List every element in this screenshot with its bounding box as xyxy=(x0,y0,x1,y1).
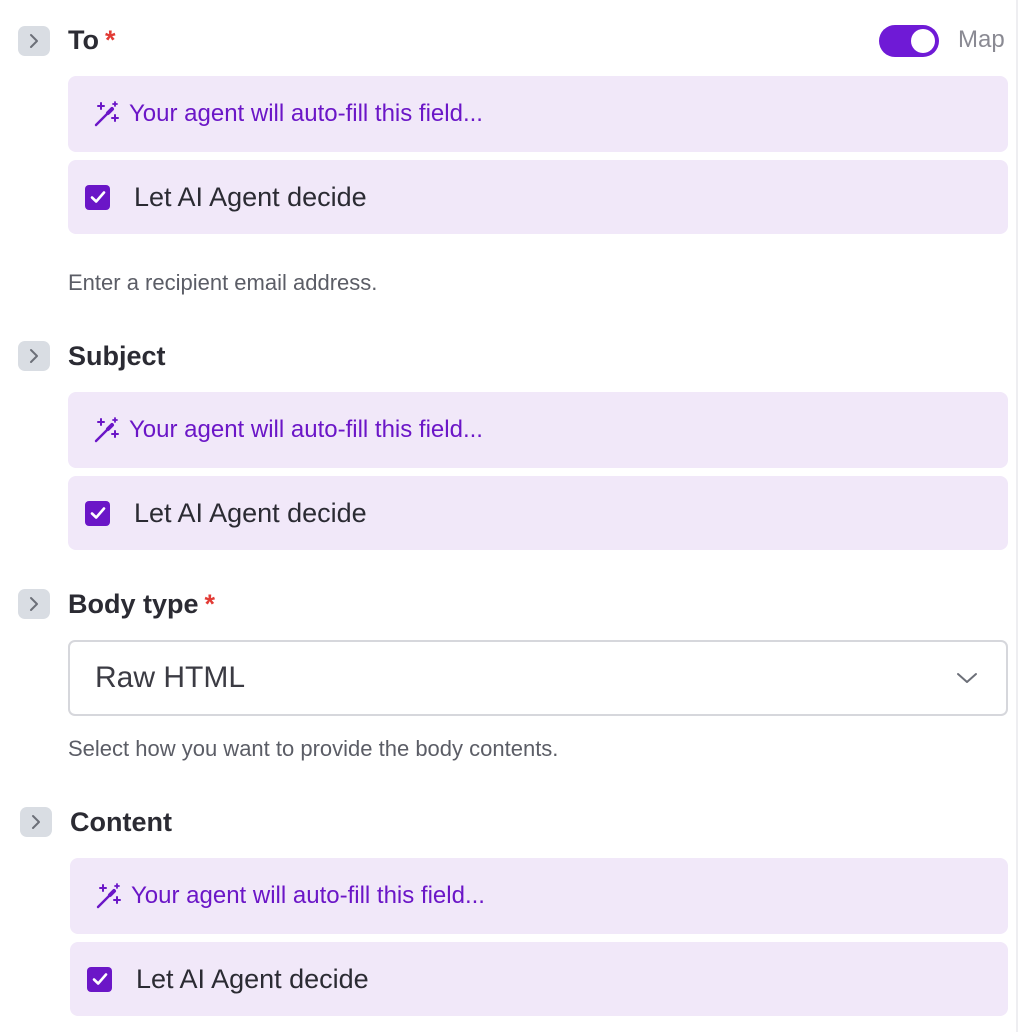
chevron-down-icon xyxy=(956,671,978,685)
chevron-right-icon xyxy=(32,815,40,829)
field-label-body-type: Body type * xyxy=(68,588,215,620)
ai-decide-label: Let AI Agent decide xyxy=(134,497,367,528)
magic-wand-icon xyxy=(93,416,121,444)
to-ai-decide-row: Let AI Agent decide xyxy=(68,160,1008,234)
required-mark: * xyxy=(204,589,216,619)
magic-wand-icon xyxy=(93,100,121,128)
field-label-text: Body type xyxy=(68,589,199,619)
content-ai-decide-checkbox[interactable] xyxy=(87,966,112,992)
autofill-placeholder: Your agent will auto-fill this field... xyxy=(129,100,483,127)
chevron-right-icon xyxy=(30,34,38,48)
toggle-knob xyxy=(911,29,935,53)
checkmark-icon xyxy=(90,191,105,203)
field-label-text: To xyxy=(68,25,99,55)
expand-content-button[interactable] xyxy=(20,807,52,837)
content-ai-decide-row: Let AI Agent decide xyxy=(70,942,1008,1016)
magic-wand-icon xyxy=(95,882,123,910)
map-toggle-label: Map xyxy=(958,26,1005,53)
field-label-content: Content xyxy=(70,806,172,838)
expand-to-button[interactable] xyxy=(18,26,50,56)
to-autofill-field[interactable]: Your agent will auto-fill this field... xyxy=(68,76,1008,152)
field-label-subject: Subject xyxy=(68,340,166,372)
field-label-text: Subject xyxy=(68,341,166,371)
to-ai-decide-checkbox[interactable] xyxy=(85,184,110,210)
expand-body-type-button[interactable] xyxy=(18,589,50,619)
checkmark-icon xyxy=(90,507,105,519)
autofill-placeholder: Your agent will auto-fill this field... xyxy=(129,416,483,443)
body-type-select[interactable]: Raw HTML xyxy=(68,640,1008,716)
required-mark: * xyxy=(104,25,116,55)
autofill-placeholder: Your agent will auto-fill this field... xyxy=(131,882,485,909)
to-help-text: Enter a recipient email address. xyxy=(68,270,378,295)
map-toggle[interactable] xyxy=(879,25,939,57)
chevron-right-icon xyxy=(30,597,38,611)
content-autofill-field[interactable]: Your agent will auto-fill this field... xyxy=(70,858,1008,934)
subject-ai-decide-checkbox[interactable] xyxy=(85,500,110,526)
checkmark-icon xyxy=(92,973,107,985)
body-type-help-text: Select how you want to provide the body … xyxy=(68,736,559,761)
body-type-selected-value: Raw HTML xyxy=(95,661,246,694)
subject-ai-decide-row: Let AI Agent decide xyxy=(68,476,1008,550)
expand-subject-button[interactable] xyxy=(18,341,50,371)
ai-decide-label: Let AI Agent decide xyxy=(136,963,369,994)
ai-decide-label: Let AI Agent decide xyxy=(134,181,367,212)
subject-autofill-field[interactable]: Your agent will auto-fill this field... xyxy=(68,392,1008,468)
field-label-text: Content xyxy=(70,807,172,837)
field-label-to: To * xyxy=(68,24,116,56)
panel-scroll-edge xyxy=(1016,0,1018,1032)
chevron-right-icon xyxy=(30,349,38,363)
